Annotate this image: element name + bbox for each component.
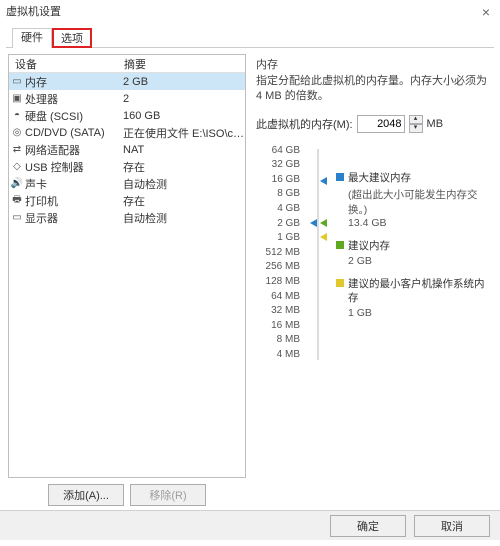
close-icon[interactable]: × (478, 0, 494, 24)
section-desc: 指定分配给此虚拟机的内存量。内存大小必须为 4 MB 的倍数。 (256, 74, 488, 105)
device-name: 显示器 (25, 210, 123, 226)
device-row[interactable]: ◎CD/DVD (SATA)正在使用文件 E:\ISO\cn_win... (9, 124, 245, 141)
add-button[interactable]: 添加(A)... (48, 484, 124, 506)
slider-track[interactable] (308, 143, 328, 362)
tab-options[interactable]: 选项 (52, 28, 92, 48)
device-summary: 存在 (123, 193, 245, 209)
tick-label: 1 GB (262, 230, 300, 245)
device-row[interactable]: ▭内存2 GB (9, 73, 245, 90)
device-summary: NAT (123, 144, 245, 156)
memory-input[interactable] (357, 115, 405, 133)
marker-max-icon (320, 177, 327, 185)
legend-min-title: 建议的最小客户机操作系统内存 (348, 277, 488, 305)
device-row[interactable]: 🖶打印机存在 (9, 192, 245, 209)
square-yellow-icon (336, 279, 344, 287)
device-icon: 🖶 (9, 192, 25, 209)
device-list[interactable]: 设备 摘要 ▭内存2 GB▣处理器2◓硬盘 (SCSI)160 GB◎CD/DV… (8, 54, 246, 478)
tick-label: 2 GB (262, 216, 300, 231)
stepper-up-icon[interactable]: ▴ (409, 115, 423, 124)
marker-current-icon[interactable] (310, 219, 317, 227)
device-name: 打印机 (25, 193, 123, 209)
device-name: 网络适配器 (25, 142, 123, 158)
tick-label: 16 MB (262, 318, 300, 333)
device-icon: ◇ (9, 161, 25, 172)
header-device: 设备 (9, 56, 124, 72)
tab-hardware[interactable]: 硬件 (12, 28, 52, 48)
memory-stepper[interactable]: ▴ ▾ (409, 115, 423, 133)
bottom-bar: 确定 取消 (0, 510, 500, 540)
legend-max-title: 最大建议内存 (348, 171, 411, 185)
tick-label: 8 GB (262, 187, 300, 202)
device-row[interactable]: ▭显示器自动检测 (9, 209, 245, 226)
memory-row: 此虚拟机的内存(M): ▴ ▾ MB (256, 115, 488, 133)
tick-label: 32 MB (262, 303, 300, 318)
tick-label: 4 MB (262, 347, 300, 362)
device-row[interactable]: 🔊声卡自动检测 (9, 175, 245, 192)
titlebar: 虚拟机设置 × (0, 0, 500, 24)
slider-ticks: 64 GB32 GB16 GB8 GB4 GB2 GB1 GB512 MB256… (262, 143, 300, 362)
device-summary: 2 GB (123, 76, 245, 88)
device-name: 处理器 (25, 91, 123, 107)
device-row[interactable]: ⇄网络适配器NAT (9, 141, 245, 158)
tick-label: 4 GB (262, 201, 300, 216)
left-pane: 设备 摘要 ▭内存2 GB▣处理器2◓硬盘 (SCSI)160 GB◎CD/DV… (8, 54, 246, 506)
device-icon: 🔊 (9, 178, 25, 189)
tick-label: 8 MB (262, 333, 300, 348)
tick-label: 128 MB (262, 274, 300, 289)
device-summary: 160 GB (123, 110, 245, 122)
device-row[interactable]: ▣处理器2 (9, 90, 245, 107)
device-icon: ▭ (9, 212, 25, 223)
memory-label: 此虚拟机的内存(M): (256, 116, 353, 132)
right-pane: 内存 指定分配给此虚拟机的内存量。内存大小必须为 4 MB 的倍数。 此虚拟机的… (254, 54, 492, 506)
memory-unit: MB (427, 118, 444, 130)
device-icon: ▭ (9, 76, 25, 87)
device-summary: 自动检测 (123, 210, 245, 226)
device-icon: ⇄ (9, 144, 25, 155)
device-summary: 自动检测 (123, 176, 245, 192)
square-blue-icon (336, 173, 344, 181)
tick-label: 256 MB (262, 260, 300, 275)
device-summary: 正在使用文件 E:\ISO\cn_win... (123, 125, 245, 141)
legend-rec-title: 建议内存 (348, 239, 390, 253)
device-name: 内存 (25, 74, 123, 90)
main: 设备 摘要 ▭内存2 GB▣处理器2◓硬盘 (SCSI)160 GB◎CD/DV… (0, 48, 500, 510)
device-summary: 2 (123, 93, 245, 105)
device-row[interactable]: ◇USB 控制器存在 (9, 158, 245, 175)
device-list-header: 设备 摘要 (9, 55, 245, 73)
device-row[interactable]: ◓硬盘 (SCSI)160 GB (9, 107, 245, 124)
square-green-icon (336, 241, 344, 249)
device-actions: 添加(A)... 移除(R) (8, 478, 246, 506)
device-icon: ▣ (9, 93, 25, 104)
device-summary: 存在 (123, 159, 245, 175)
device-name: USB 控制器 (25, 159, 123, 175)
tick-label: 16 GB (262, 172, 300, 187)
slider-legend: 最大建议内存 (超出此大小可能发生内存交换。) 13.4 GB 建议内存 2 G… (336, 143, 488, 362)
legend-max-value: 13.4 GB (336, 217, 488, 229)
legend-min-value: 1 GB (336, 307, 488, 319)
stepper-down-icon[interactable]: ▾ (409, 124, 423, 133)
legend-max-note: (超出此大小可能发生内存交换。) (336, 187, 488, 217)
cancel-button[interactable]: 取消 (414, 515, 490, 537)
tabs: 硬件 选项 (6, 24, 494, 48)
marker-recommended-icon (320, 219, 327, 227)
memory-slider: 64 GB32 GB16 GB8 GB4 GB2 GB1 GB512 MB256… (262, 143, 488, 362)
device-name: CD/DVD (SATA) (25, 127, 123, 139)
header-summary: 摘要 (124, 56, 245, 72)
ok-button[interactable]: 确定 (330, 515, 406, 537)
window-title: 虚拟机设置 (6, 0, 61, 24)
tick-label: 512 MB (262, 245, 300, 260)
device-name: 声卡 (25, 176, 123, 192)
device-icon: ◎ (9, 127, 25, 138)
legend-rec-value: 2 GB (336, 255, 488, 267)
device-icon: ◓ (9, 110, 25, 121)
tick-label: 64 MB (262, 289, 300, 304)
marker-min-icon (320, 233, 327, 241)
tick-label: 64 GB (262, 143, 300, 158)
section-title: 内存 (256, 56, 488, 72)
tick-label: 32 GB (262, 157, 300, 172)
device-name: 硬盘 (SCSI) (25, 108, 123, 124)
remove-button: 移除(R) (130, 484, 206, 506)
